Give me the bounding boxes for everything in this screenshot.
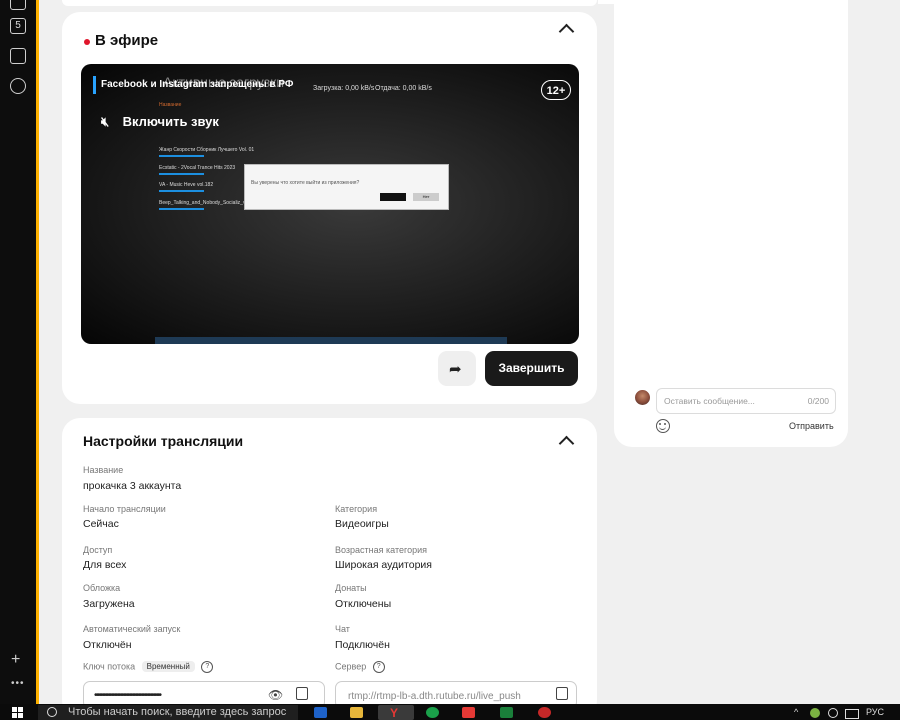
recorder-icon[interactable] bbox=[538, 707, 551, 718]
upload-stat: Отдача: 0,00 kB/s bbox=[375, 85, 432, 92]
help-icon[interactable]: ? bbox=[201, 661, 214, 673]
stream-key-label: Ключ потока bbox=[83, 661, 136, 672]
video-taskbar-strip bbox=[155, 337, 507, 344]
camera-icon[interactable] bbox=[10, 48, 26, 64]
bookmark-icon[interactable] bbox=[10, 0, 26, 10]
help-icon[interactable]: ? bbox=[372, 661, 385, 673]
tray-chevron-icon[interactable]: ^ bbox=[794, 707, 798, 717]
category-label: Категория bbox=[335, 504, 378, 514]
video-overlay-title: Facebook и Instagram запрещены в РФ bbox=[101, 79, 294, 90]
cover-label: Обложка bbox=[83, 583, 121, 593]
chat-message-input[interactable]: Оставить сообщение... 0/200 bbox=[656, 388, 836, 414]
live-indicator bbox=[84, 39, 90, 45]
donations-label: Донаты bbox=[335, 583, 367, 593]
yandex-browser-icon[interactable]: Y bbox=[390, 706, 398, 720]
play-circle-icon[interactable] bbox=[10, 78, 26, 94]
app-green-icon[interactable] bbox=[426, 707, 439, 718]
video-player[interactable]: Активные загрузки Facebook и Instagram з… bbox=[81, 64, 579, 344]
dialog-no-button: Нет bbox=[413, 193, 439, 201]
start-label: Начало трансляции bbox=[83, 504, 166, 514]
category-value: Видеоигры bbox=[335, 518, 389, 530]
chat-placeholder: Оставить сообщение... bbox=[664, 396, 755, 406]
autostart-value: Отключён bbox=[83, 639, 132, 651]
chat-card bbox=[614, 0, 848, 447]
stream-key-row: Ключ потока Временный ? bbox=[83, 661, 214, 673]
add-icon[interactable]: + bbox=[11, 651, 20, 669]
row-progress bbox=[159, 173, 204, 175]
app-icon[interactable] bbox=[500, 707, 513, 718]
chat-value: Подключён bbox=[335, 639, 390, 651]
video-list-row: Ecstatic - 2Vocal Trance Hits 2023 bbox=[159, 165, 235, 175]
search-icon bbox=[47, 707, 57, 717]
language-indicator[interactable]: РУС bbox=[866, 707, 884, 717]
donations-value: Отключены bbox=[335, 598, 392, 610]
previous-card-edge bbox=[62, 0, 597, 6]
settings-card bbox=[62, 418, 597, 718]
download-stat: Загрузка: 0,00 kB/s bbox=[313, 85, 375, 92]
avatar bbox=[635, 390, 650, 405]
share-icon: ➦ bbox=[449, 361, 462, 378]
tray-app-icon[interactable] bbox=[810, 708, 820, 718]
copy-icon[interactable] bbox=[296, 687, 308, 700]
server-value: rtmp://rtmp-lb-a.dth.rutube.ru/live_push bbox=[348, 691, 521, 702]
video-title-accent bbox=[93, 76, 96, 94]
emoji-icon[interactable] bbox=[656, 419, 670, 433]
settings-title: Настройки трансляции bbox=[83, 433, 244, 449]
row-progress bbox=[159, 190, 204, 192]
collapse-live-icon[interactable] bbox=[558, 23, 575, 40]
start-value: Сейчас bbox=[83, 518, 119, 530]
yandex-icon[interactable] bbox=[462, 707, 475, 718]
autostart-label: Автоматический запуск bbox=[83, 624, 181, 634]
more-icon[interactable]: ••• bbox=[11, 678, 25, 689]
copy-icon[interactable] bbox=[556, 687, 568, 700]
cover-value: Загружена bbox=[83, 598, 135, 610]
exit-dialog: Вы уверены что хотите выйти из приложени… bbox=[244, 164, 449, 210]
store-icon[interactable] bbox=[314, 707, 327, 718]
row-name: VA - Music Heve vol.182 bbox=[159, 182, 214, 188]
taskbar-search-text: Чтобы начать поиск, введите здесь запрос bbox=[68, 706, 287, 718]
server-row: Сервер ? bbox=[335, 661, 385, 673]
live-title: В эфире bbox=[95, 32, 159, 49]
share-button[interactable]: ➦ bbox=[438, 351, 476, 386]
temporary-tag: Временный bbox=[141, 661, 195, 673]
access-label: Доступ bbox=[83, 545, 113, 555]
video-list-header: Название bbox=[159, 102, 182, 108]
age-badge: 12+ bbox=[541, 80, 571, 100]
unmute-label: Включить звук bbox=[122, 114, 219, 129]
row-name: Ecstatic - 2Vocal Trance Hits 2023 bbox=[159, 165, 236, 171]
tray-status-icon[interactable] bbox=[828, 708, 838, 718]
video-list-row: Жанр Скорости Сборник Лучшего Vol. 01 bbox=[159, 147, 254, 157]
row-name: Жанр Скорости Сборник Лучшего Vol. 01 bbox=[159, 147, 255, 153]
windows-start-icon[interactable] bbox=[12, 707, 23, 718]
age-label: Возрастная категория bbox=[335, 545, 427, 555]
row-progress bbox=[159, 155, 204, 157]
live-card: В эфире Активные загрузки Facebook и Ins… bbox=[62, 12, 597, 404]
eye-icon[interactable]: 👁︎ bbox=[268, 688, 283, 702]
stream-key-value: ••••••••••••••••••••••••••••••••••••••••… bbox=[94, 690, 162, 701]
access-value: Для всех bbox=[83, 559, 127, 571]
file-explorer-icon[interactable] bbox=[350, 707, 363, 718]
row-progress bbox=[159, 208, 204, 210]
dialog-yes-button bbox=[380, 193, 406, 201]
unmute-button[interactable]: 🔇︎ Включить звук bbox=[101, 114, 219, 130]
char-counter: 0/200 bbox=[807, 396, 829, 406]
battery-icon[interactable] bbox=[845, 709, 859, 719]
chat-label: Чат bbox=[335, 624, 350, 634]
name-value: прокачка 3 аккаунта bbox=[83, 480, 182, 492]
send-button[interactable]: Отправить bbox=[789, 421, 834, 431]
name-label: Название bbox=[83, 465, 124, 475]
dialog-message: Вы уверены что хотите выйти из приложени… bbox=[251, 180, 360, 186]
age-value: Широкая аудитория bbox=[335, 559, 432, 571]
server-label: Сервер bbox=[335, 661, 367, 672]
number-5-icon[interactable]: 5 bbox=[10, 18, 26, 34]
speaker-muted-icon: 🔇︎ bbox=[101, 114, 110, 129]
left-sidebar: 5 + ••• bbox=[0, 0, 36, 704]
video-list-row: VA - Music Heve vol.182 bbox=[159, 182, 213, 192]
taskbar-search[interactable]: Чтобы начать поиск, введите здесь запрос bbox=[38, 705, 298, 720]
end-stream-button[interactable]: Завершить bbox=[485, 351, 578, 386]
